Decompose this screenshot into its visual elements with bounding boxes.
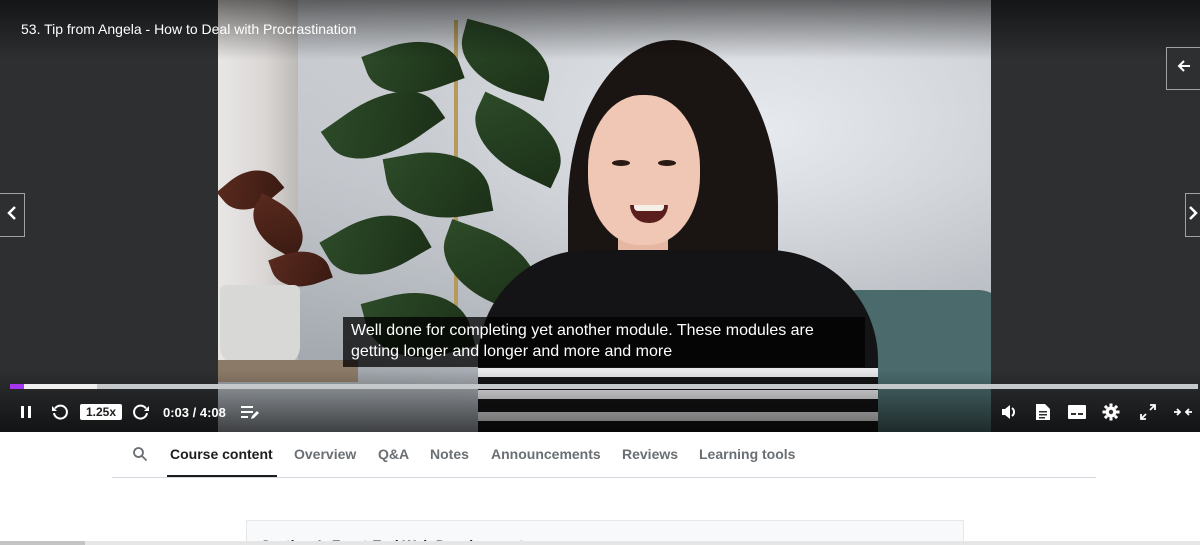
video-frame[interactable] [218, 0, 991, 432]
tab-overview[interactable]: Overview [294, 446, 356, 462]
page-scrollbar[interactable] [0, 541, 1200, 545]
presenter-mouth [630, 205, 668, 223]
rewind-5-icon [51, 403, 69, 421]
transcript-icon [1035, 403, 1051, 421]
captions-icon [1067, 404, 1087, 420]
presenter-face [588, 95, 700, 245]
caption-line: Well done for completing yet another mod… [351, 322, 814, 339]
video-player[interactable]: 53. Tip from Angela - How to Deal with P… [0, 0, 1200, 432]
pause-button[interactable] [16, 402, 36, 422]
open-sidebar-button[interactable] [1166, 47, 1200, 90]
pause-icon [19, 405, 33, 419]
search-icon [132, 447, 148, 466]
volume-icon [1000, 403, 1018, 421]
presenter-teeth [634, 205, 664, 211]
time-display: 0:03 / 4:08 [163, 404, 226, 420]
search-button[interactable] [132, 446, 148, 462]
fullscreen-icon [1139, 403, 1157, 421]
tab-announcements[interactable]: Announcements [491, 446, 601, 462]
arrow-left-icon [1176, 58, 1192, 79]
progress-bar[interactable] [10, 384, 1198, 389]
subtitle-caption: Well done for completing yet another mod… [343, 317, 865, 367]
forward-button[interactable] [131, 402, 151, 422]
captions-button[interactable] [1066, 402, 1088, 422]
gear-icon [1102, 403, 1120, 421]
add-note-icon [240, 403, 260, 421]
next-lecture-button[interactable] [1185, 193, 1200, 237]
plant-pot [220, 285, 300, 365]
forward-5-icon [132, 403, 150, 421]
previous-lecture-button[interactable] [0, 193, 25, 237]
control-bar [0, 370, 1200, 432]
tab-course-content[interactable]: Course content [170, 446, 273, 462]
progress-played [10, 384, 25, 389]
active-tab-indicator [167, 475, 277, 477]
volume-button[interactable] [999, 402, 1019, 422]
course-tabs: Course content Overview Q&A Notes Announ… [112, 433, 1096, 478]
theater-mode-button[interactable] [1172, 402, 1194, 422]
theater-mode-icon [1173, 405, 1193, 419]
playback-rate-button[interactable]: 1.25x [80, 404, 122, 420]
fullscreen-button[interactable] [1138, 402, 1158, 422]
tab-reviews[interactable]: Reviews [622, 446, 678, 462]
presenter-eye [612, 160, 630, 166]
chevron-left-icon [6, 205, 18, 226]
caption-line: getting longer and longer and more and m… [351, 343, 673, 360]
tab-notes[interactable]: Notes [430, 446, 469, 462]
tab-learning-tools[interactable]: Learning tools [699, 446, 795, 462]
transcript-button[interactable] [1034, 402, 1052, 422]
lecture-title: 53. Tip from Angela - How to Deal with P… [21, 21, 357, 37]
presenter-eye [658, 160, 676, 166]
tab-qa[interactable]: Q&A [378, 446, 409, 462]
settings-button[interactable] [1101, 402, 1121, 422]
add-note-button[interactable] [239, 401, 261, 423]
chevron-right-icon [1188, 205, 1198, 226]
rewind-button[interactable] [50, 402, 70, 422]
scrollbar-thumb[interactable] [0, 541, 85, 545]
